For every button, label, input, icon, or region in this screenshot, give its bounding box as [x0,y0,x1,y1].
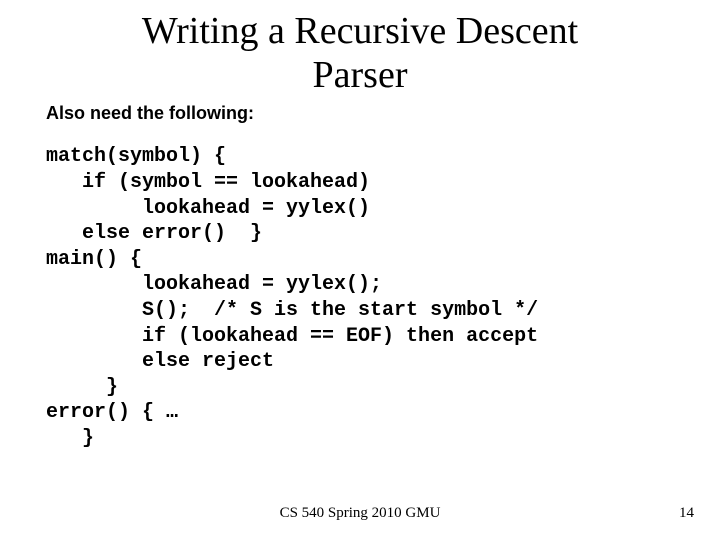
subheading: Also need the following: [46,103,720,124]
page-number: 14 [679,505,694,522]
code-block: match(symbol) { if (symbol == lookahead)… [46,144,720,451]
title-line-2: Parser [313,54,408,96]
title-line-1: Writing a Recursive Descent [142,10,578,52]
slide-title: Writing a Recursive Descent Parser [0,0,720,97]
footer-center: CS 540 Spring 2010 GMU [0,505,720,522]
slide: Writing a Recursive Descent Parser Also … [0,0,720,540]
